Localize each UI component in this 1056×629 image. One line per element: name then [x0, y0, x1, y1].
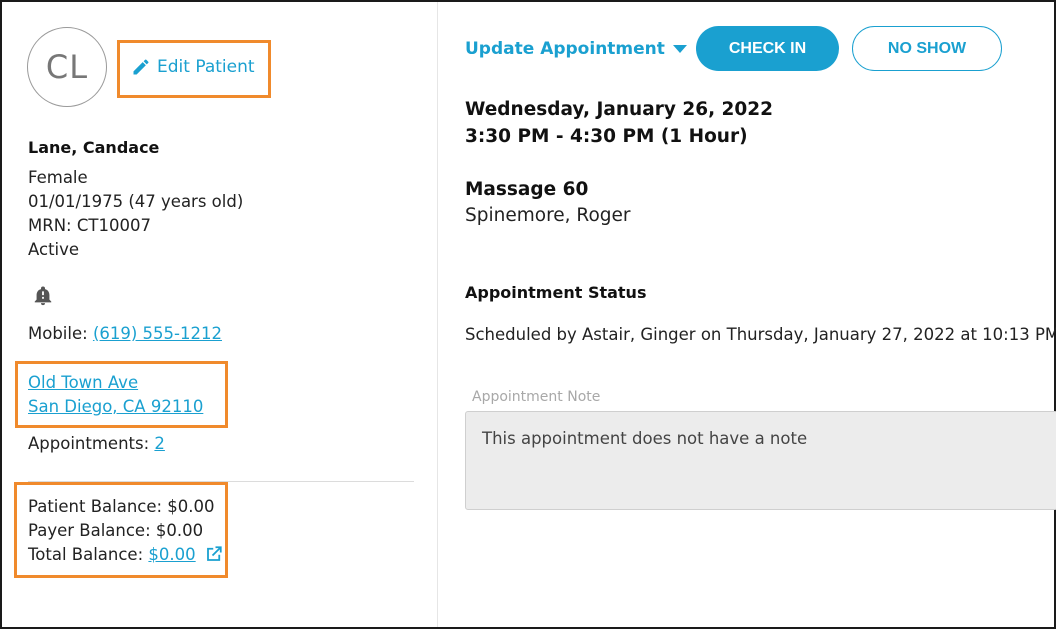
- appointment-status-text: Scheduled by Astair, Ginger on Thursday,…: [465, 325, 1056, 344]
- appointments-line: Appointments: 2: [28, 434, 165, 453]
- patient-mrn: MRN: CT10007: [28, 216, 151, 235]
- total-balance-label: Total Balance:: [28, 545, 144, 564]
- appointment-note-label: Appointment Note: [472, 389, 601, 405]
- mobile-phone-link[interactable]: (619) 555-1212: [93, 324, 222, 343]
- appointment-time: 3:30 PM - 4:30 PM (1 Hour): [465, 126, 748, 147]
- avatar: CL: [27, 27, 107, 107]
- patient-name: Lane, Candace: [28, 138, 160, 157]
- edit-patient-link[interactable]: Edit Patient: [131, 57, 255, 77]
- payer-balance: Payer Balance: $0.00: [28, 521, 204, 540]
- mobile-label: Mobile:: [28, 324, 88, 343]
- appointment-service: Massage 60: [465, 179, 589, 200]
- caret-down-icon: [672, 45, 687, 53]
- appointment-status-heading: Appointment Status: [465, 283, 647, 302]
- appointment-note-field[interactable]: This appointment does not have a note: [465, 411, 1056, 510]
- appointment-provider: Spinemore, Roger: [465, 205, 631, 226]
- external-link-icon[interactable]: [205, 545, 223, 563]
- appointment-date: Wednesday, January 26, 2022: [465, 99, 774, 120]
- total-balance-link[interactable]: $0.00: [148, 545, 195, 564]
- no-show-button[interactable]: NO SHOW: [852, 26, 1002, 71]
- update-appointment-dropdown[interactable]: Update Appointment: [465, 39, 687, 59]
- address-highlight: [15, 361, 228, 428]
- patient-info-pane: CL Edit Patient Lane, Candace Female 01/…: [2, 2, 438, 627]
- patient-appointment-panel: CL Edit Patient Lane, Candace Female 01/…: [0, 0, 1056, 629]
- patient-dob: 01/01/1975 (47 years old): [28, 192, 244, 211]
- appointment-note-text: This appointment does not have a note: [482, 429, 808, 448]
- patient-balance: Patient Balance: $0.00: [28, 497, 215, 516]
- appointments-label: Appointments:: [28, 434, 150, 453]
- edit-patient-label: Edit Patient: [157, 57, 255, 77]
- patient-status: Active: [28, 240, 80, 259]
- address-line1-link[interactable]: Old Town Ave: [28, 373, 138, 392]
- appointments-count-link[interactable]: 2: [154, 434, 165, 453]
- update-appointment-label: Update Appointment: [465, 39, 665, 59]
- total-balance-line: Total Balance: $0.00: [28, 545, 223, 564]
- bell-alert-icon[interactable]: [32, 284, 54, 308]
- appointment-pane: Update Appointment CHECK IN NO SHOW Wedn…: [439, 2, 1056, 627]
- pencil-icon: [133, 59, 149, 75]
- address-line2: San Diego, CA 92110: [28, 397, 203, 416]
- patient-gender: Female: [28, 168, 88, 187]
- address-line2-link[interactable]: San Diego, CA 92110: [28, 397, 203, 416]
- mobile-line: Mobile: (619) 555-1212: [28, 324, 222, 343]
- check-in-button[interactable]: CHECK IN: [696, 26, 839, 71]
- address-line1: Old Town Ave: [28, 373, 138, 392]
